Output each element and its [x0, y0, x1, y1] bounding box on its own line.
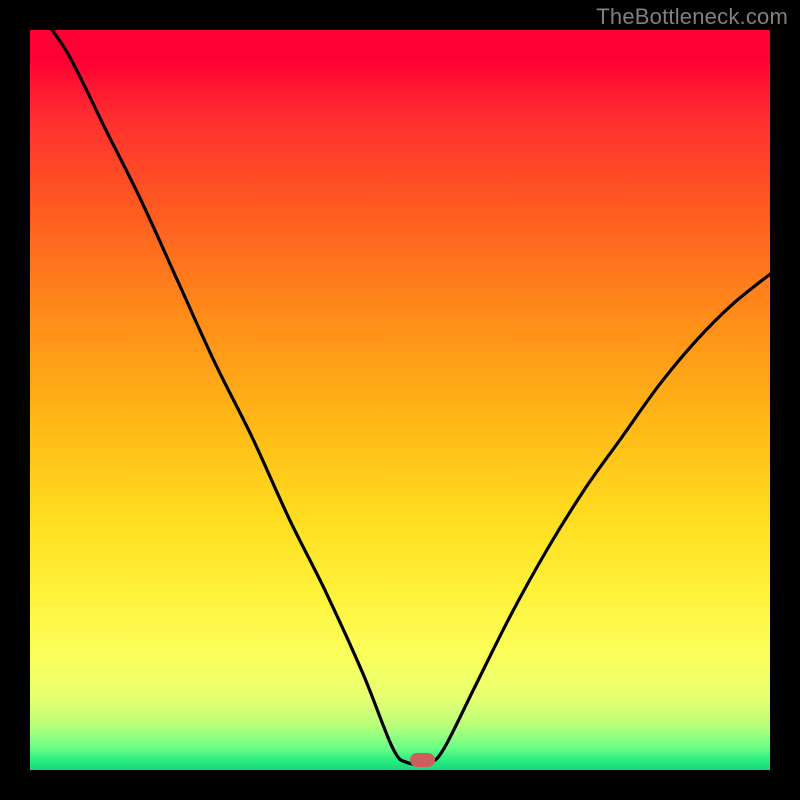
curve-svg: [30, 30, 770, 770]
chart-container: TheBottleneck.com: [0, 0, 800, 800]
watermark-text: TheBottleneck.com: [596, 4, 788, 30]
optimum-marker: [410, 753, 435, 767]
bottleneck-curve-line: [30, 30, 770, 764]
plot-area: [30, 30, 770, 770]
